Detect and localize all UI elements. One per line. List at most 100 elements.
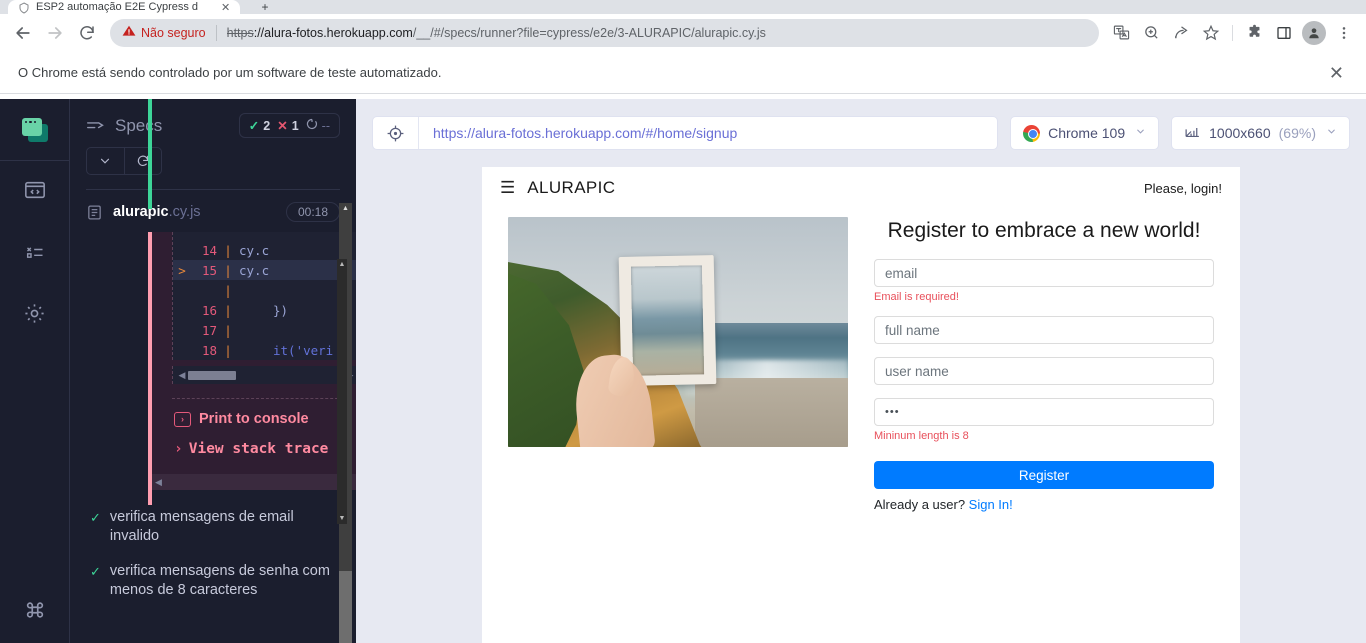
browser-tab[interactable]: ESP2 automação E2E Cypress d ✕ xyxy=(8,0,240,14)
specs-label: Specs xyxy=(115,115,163,135)
test-item[interactable]: ✓ verifica mensagens de senha com menos … xyxy=(70,562,356,600)
chrome-browser-window: ESP2 automação E2E Cypress d ✕ + Não seg… xyxy=(0,0,1366,643)
password-field[interactable]: ••• xyxy=(874,398,1214,426)
scroll-up-icon[interactable]: ▲ xyxy=(341,205,350,212)
code-text: cy.c xyxy=(239,242,270,258)
test-stats: ✓ 2 ✕ 1 -- xyxy=(238,113,340,138)
test-list: ✓ verifica mensagens de email invalido ✓… xyxy=(70,99,356,616)
spec-file-name: alurapic.cy.js xyxy=(113,204,201,220)
crosshair-target-icon[interactable] xyxy=(373,117,419,149)
code-pipe-icon: | xyxy=(224,262,232,278)
new-tab-button[interactable]: + xyxy=(252,1,278,14)
address-bar[interactable]: Não seguro https://alura-fotos.herokuapp… xyxy=(110,18,1099,47)
collapse-button[interactable] xyxy=(87,148,124,174)
scroll-left-icon[interactable]: ◀ xyxy=(155,477,162,488)
code-text: it('veri xyxy=(273,342,334,358)
check-icon: ✓ xyxy=(248,119,260,133)
error-actions: › Print to console › View stack trace xyxy=(152,399,356,474)
keyboard-shortcuts-icon xyxy=(24,599,46,626)
hamburger-menu-icon[interactable]: ☰ xyxy=(500,178,515,198)
email-field[interactable]: email xyxy=(874,259,1214,287)
failed-test-error: 14 | cy.c > 15 | cy.c | 16 |}) 17 | 18 … xyxy=(70,232,356,505)
scroll-down-icon[interactable]: ▼ xyxy=(337,515,347,522)
test-item[interactable]: ✓ verifica mensagens de email invalido xyxy=(70,508,356,546)
shield-icon xyxy=(18,2,30,14)
fullname-field[interactable]: full name xyxy=(874,316,1214,344)
code-text: cy.c xyxy=(239,262,270,278)
code-line-number: 17 xyxy=(201,322,217,338)
bookmark-star-icon[interactable] xyxy=(1197,19,1225,47)
code-pipe-icon: | xyxy=(224,322,232,338)
specs-arrow-icon[interactable] xyxy=(86,119,105,133)
hero-photo xyxy=(508,217,848,447)
tab-strip: ESP2 automação E2E Cypress d ✕ + xyxy=(0,0,1366,14)
sidebar-item-settings[interactable] xyxy=(0,285,69,347)
signin-link[interactable]: Sign In! xyxy=(969,497,1013,512)
close-icon[interactable]: ✕ xyxy=(221,2,232,14)
print-to-console-button[interactable]: › Print to console xyxy=(174,411,356,427)
error-hscrollbar[interactable]: ◀ xyxy=(152,474,356,491)
url-text: https://alura-fotos.herokuapp.com/__/#/s… xyxy=(227,26,1087,40)
warning-triangle-icon xyxy=(122,24,136,41)
code-line-number: 16 xyxy=(201,302,217,318)
pass-stripe xyxy=(148,99,152,209)
app-brand: ALURAPIC xyxy=(527,178,616,197)
share-icon[interactable] xyxy=(1167,19,1195,47)
extensions-puzzle-icon[interactable] xyxy=(1240,19,1268,47)
three-dot-menu-icon[interactable] xyxy=(1330,19,1358,47)
scroll-up-icon[interactable]: ▲ xyxy=(337,261,347,268)
code-pipe-icon: | xyxy=(224,282,232,298)
aut-url-bar[interactable]: https://alura-fotos.herokuapp.com/#/home… xyxy=(372,116,999,150)
url-scheme: https xyxy=(226,25,254,40)
signup-form: Register to embrace a new world! email E… xyxy=(874,217,1214,512)
aut-url-text: https://alura-fotos.herokuapp.com/#/home… xyxy=(433,125,738,141)
restart-button[interactable] xyxy=(123,148,162,174)
register-button[interactable]: Register xyxy=(874,461,1214,489)
spec-file-row[interactable]: alurapic.cy.js 00:18 xyxy=(70,190,356,232)
code-line-number: 15 xyxy=(201,262,217,278)
profile-avatar-icon[interactable] xyxy=(1300,19,1328,47)
sidebar-item-specs[interactable] xyxy=(0,161,69,223)
username-field[interactable]: user name xyxy=(874,357,1214,385)
code-line: 17 | xyxy=(173,320,356,340)
scrollbar-thumb[interactable] xyxy=(188,370,236,380)
browser-selector[interactable]: Chrome 109 xyxy=(1010,116,1160,150)
tab-title: ESP2 automação E2E Cypress d xyxy=(36,1,199,13)
cypress-app: Specs ✓ 2 ✕ 1 -- alurapic.cy.js 00:18 14… xyxy=(0,99,1366,643)
code-line: | xyxy=(173,280,356,300)
reload-button[interactable] xyxy=(72,18,102,48)
browser-toolbar: Não seguro https://alura-fotos.herokuapp… xyxy=(0,14,1366,52)
not-secure-indicator[interactable]: Não seguro xyxy=(122,24,206,41)
back-button[interactable] xyxy=(8,18,38,48)
code-line: 16 | }) xyxy=(173,300,356,320)
error-box: 14 | cy.c > 15 | cy.c | 16 |}) 17 | 18 … xyxy=(152,232,356,475)
signup-body: Register to embrace a new world! email E… xyxy=(482,209,1240,512)
close-icon[interactable]: ✕ xyxy=(1325,64,1348,82)
code-text: }) xyxy=(273,302,289,318)
code-frame-hscrollbar[interactable]: ◀ ▶ xyxy=(172,366,356,384)
code-line: > 15 | cy.c xyxy=(173,260,356,280)
automation-infobar-text: O Chrome está sendo controlado por um so… xyxy=(18,65,442,80)
viewport-selector[interactable]: 1000x660 (69%) xyxy=(1171,116,1350,150)
alurapic-header: ☰ ALURAPIC Please, login! xyxy=(482,167,1240,209)
sidebar-item-runs[interactable] xyxy=(0,223,69,285)
chrome-logo-icon xyxy=(1023,124,1041,142)
settings-gear-icon xyxy=(23,302,46,330)
aut-stage: ☰ ALURAPIC Please, login! Register to em… xyxy=(356,167,1366,643)
zoom-icon[interactable] xyxy=(1137,19,1165,47)
reporter-header: Specs ✓ 2 ✕ 1 -- xyxy=(70,99,356,175)
code-line: 18 | it('veri xyxy=(173,340,356,360)
forward-button[interactable] xyxy=(40,18,70,48)
pending-count: -- xyxy=(321,118,330,133)
view-stack-trace-label: View stack trace xyxy=(188,441,329,457)
scroll-left-icon[interactable]: ◀ xyxy=(176,370,188,381)
view-stack-trace-button[interactable]: › View stack trace xyxy=(174,439,356,460)
translate-icon[interactable] xyxy=(1107,19,1135,47)
side-panel-icon[interactable] xyxy=(1270,19,1298,47)
error-vscrollbar[interactable]: ▲ ▼ xyxy=(337,259,347,524)
console-window-icon: › xyxy=(174,411,191,427)
sidebar-item-keyboard-shortcuts[interactable] xyxy=(0,581,69,643)
sidebar-item-cypress-logo[interactable] xyxy=(0,99,69,161)
login-link[interactable]: Please, login! xyxy=(1144,181,1222,196)
scrollbar-thumb[interactable] xyxy=(339,571,352,643)
